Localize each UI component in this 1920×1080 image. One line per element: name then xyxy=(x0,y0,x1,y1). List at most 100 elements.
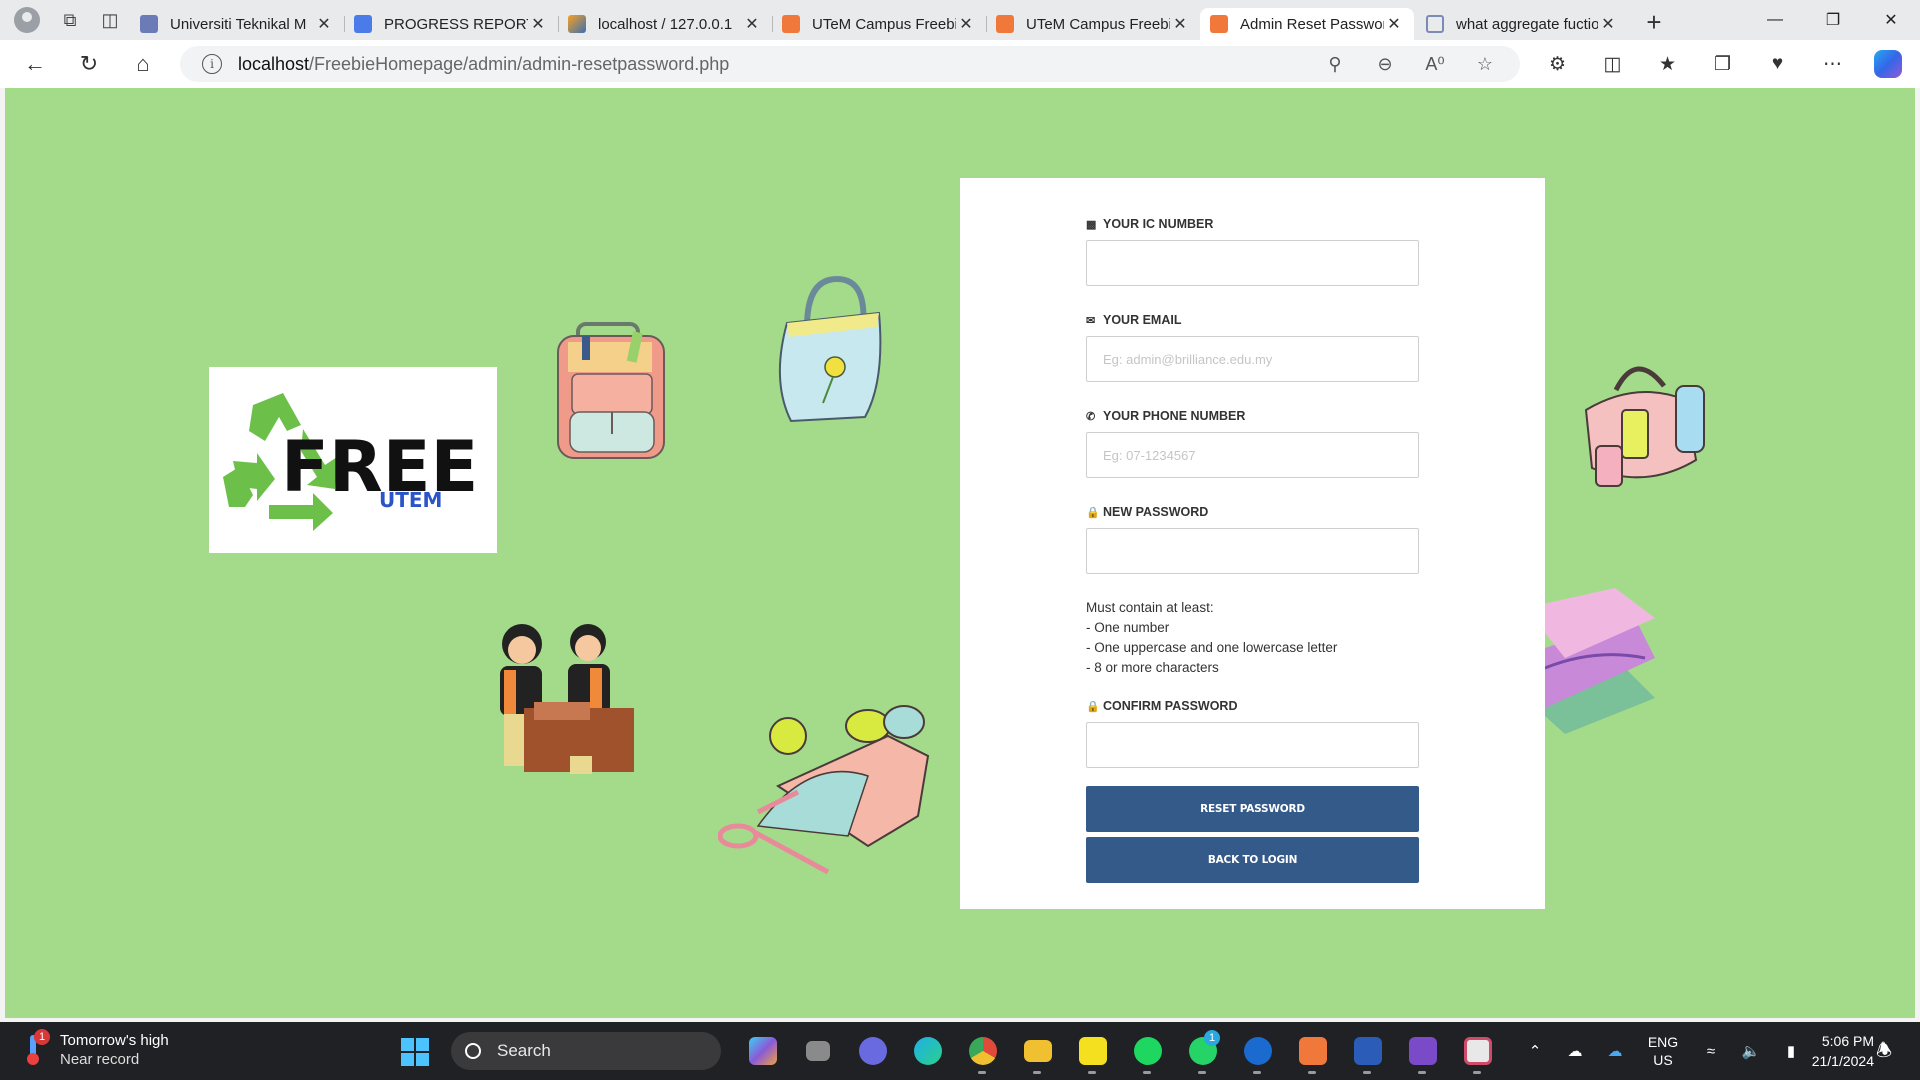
browser-tab[interactable]: localhost / 127.0.0.1 ✕ xyxy=(558,8,772,40)
tab-title: Admin Reset Password xyxy=(1240,15,1384,33)
phpmyadmin-icon xyxy=(568,15,586,33)
zoom-icon[interactable]: ⊖ xyxy=(1360,54,1410,75)
browser-toolbar: ← ↻ ⌂ i localhost/FreebieHomepage/admin/… xyxy=(0,40,1920,88)
reset-password-form: ▩ YOUR IC NUMBER ✉ YOUR EMAIL ✆ YOUR PHO… xyxy=(1086,216,1419,883)
search-icon xyxy=(1426,15,1444,33)
start-button[interactable] xyxy=(401,1038,429,1066)
refresh-button[interactable]: ↻ xyxy=(62,40,116,88)
browser-tab[interactable]: PROGRESS REPORT ✕ xyxy=(344,8,558,40)
workspaces-icon[interactable]: ⧉ xyxy=(50,0,90,40)
kids-donation-illustration xyxy=(500,624,634,774)
weather-widget[interactable]: 1 Tomorrow's high Near record xyxy=(26,1029,169,1068)
weather-badge: 1 xyxy=(34,1029,50,1045)
home-button[interactable]: ⌂ xyxy=(116,40,170,88)
email-input[interactable] xyxy=(1086,336,1419,382)
browser-tab[interactable]: Universiti Teknikal M ✕ xyxy=(130,8,344,40)
favorites-icon[interactable]: ★ xyxy=(1640,53,1695,76)
more-menu-icon[interactable]: ⋯ xyxy=(1805,53,1860,76)
phone-input[interactable] xyxy=(1086,432,1419,478)
split-screen-icon[interactable]: ◫ xyxy=(1585,53,1640,76)
spotify-app-icon[interactable] xyxy=(1120,1030,1175,1074)
password-requirements: Must contain at least: - One number - On… xyxy=(1086,598,1419,678)
new-password-input[interactable] xyxy=(1086,528,1419,574)
whatsapp-badge: 1 xyxy=(1204,1030,1220,1046)
browser-tab[interactable]: UTeM Campus Freebie ✕ xyxy=(986,8,1200,40)
close-icon[interactable]: ✕ xyxy=(742,14,762,34)
close-window-button[interactable]: ✕ xyxy=(1862,0,1920,40)
volume-icon[interactable]: 🔈 xyxy=(1731,1042,1771,1060)
read-aloud-icon[interactable]: A⁰ xyxy=(1410,54,1460,75)
backpack-illustration xyxy=(557,322,665,459)
chrome-app-icon[interactable] xyxy=(955,1030,1010,1074)
search-icon xyxy=(465,1043,481,1059)
close-icon[interactable]: ✕ xyxy=(1598,14,1618,34)
thermometer-icon: 1 xyxy=(26,1029,50,1067)
close-icon[interactable]: ✕ xyxy=(314,14,334,34)
browser-essentials-icon[interactable]: ♥ xyxy=(1750,53,1805,75)
favorite-star-icon[interactable]: ☆ xyxy=(1460,54,1510,75)
logo-subtext: UTEM xyxy=(379,488,442,512)
collections-icon[interactable]: ❐ xyxy=(1695,53,1750,76)
clock[interactable]: 5:06 PM 21/1/2024 xyxy=(1788,1031,1874,1071)
browser-tab[interactable]: UTeM Campus Freebie ✕ xyxy=(772,8,986,40)
onedrive-icon[interactable]: ☁ xyxy=(1595,1042,1635,1060)
lock-icon: 🔒 xyxy=(1086,700,1100,713)
cosmetic-bag-illustration xyxy=(1584,366,1705,487)
chevron-up-icon[interactable]: ⌃ xyxy=(1515,1042,1555,1060)
university-icon xyxy=(140,15,158,33)
profile-icon[interactable] xyxy=(14,7,40,33)
copilot-icon[interactable] xyxy=(1874,50,1902,78)
taskbar-search[interactable]: Search xyxy=(451,1032,721,1070)
new-tab-button[interactable]: + xyxy=(1634,7,1674,38)
minimize-button[interactable]: — xyxy=(1746,0,1804,40)
word-app-icon[interactable] xyxy=(1340,1030,1395,1074)
site-info-icon[interactable]: i xyxy=(202,54,222,74)
browser-tab[interactable]: what aggregate fuction ✕ xyxy=(1414,8,1628,40)
file-explorer-icon[interactable] xyxy=(1010,1030,1065,1074)
wifi-icon[interactable]: ≈ xyxy=(1691,1043,1731,1060)
address-bar[interactable]: i localhost/FreebieHomepage/admin/admin-… xyxy=(180,46,1520,82)
ic-number-label-text: YOUR IC NUMBER xyxy=(1103,217,1214,231)
sticky-notes-icon[interactable] xyxy=(1065,1030,1120,1074)
browser-tab-strip: ⧉ ◫ Universiti Teknikal M ✕ PROGRESS REP… xyxy=(0,0,1920,40)
close-icon[interactable]: ✕ xyxy=(1170,14,1190,34)
close-icon[interactable]: ✕ xyxy=(528,14,548,34)
browser-tab-active[interactable]: Admin Reset Password ✕ xyxy=(1200,8,1414,40)
tote-bag-illustration xyxy=(778,275,882,423)
restore-button[interactable]: ❐ xyxy=(1804,0,1862,40)
key-icon[interactable]: ⚲ xyxy=(1310,54,1360,75)
notification-bell-icon[interactable]: 🕭 xyxy=(1876,1038,1892,1068)
whatsapp-app-icon[interactable]: 1 xyxy=(1175,1030,1230,1074)
requirement-line: - One uppercase and one lowercase letter xyxy=(1086,640,1338,655)
close-icon[interactable]: ✕ xyxy=(1384,14,1404,34)
tab-title: Universiti Teknikal M xyxy=(170,15,307,33)
clock-time: 5:06 PM xyxy=(1821,1033,1874,1049)
snipping-tool-icon[interactable] xyxy=(1450,1030,1505,1074)
cloud-icon[interactable]: ☁ xyxy=(1555,1042,1595,1060)
tab-title: PROGRESS REPORT xyxy=(384,15,528,33)
ic-number-input[interactable] xyxy=(1086,240,1419,286)
url-path: /FreebieHomepage/admin/admin-resetpasswo… xyxy=(309,53,730,74)
language-indicator[interactable]: ENG US xyxy=(1635,1033,1691,1069)
page-content: FREE UTEM ▩ YOUR IC NUMBER ✉ YOUR EMAIL … xyxy=(5,88,1915,1018)
vpn-app-icon[interactable] xyxy=(1230,1030,1285,1074)
back-to-login-button[interactable]: BACK TO LOGIN xyxy=(1086,837,1419,883)
back-button[interactable]: ← xyxy=(8,40,62,88)
task-view-icon[interactable] xyxy=(790,1030,845,1072)
lock-icon: 🔒 xyxy=(1086,506,1100,519)
language-line1: ENG xyxy=(1647,1034,1679,1050)
close-icon[interactable]: ✕ xyxy=(956,14,976,34)
clock-date: 21/1/2024 xyxy=(1811,1053,1874,1069)
confirm-password-input[interactable] xyxy=(1086,722,1419,768)
reset-password-button[interactable]: RESET PASSWORD xyxy=(1086,786,1419,832)
extensions-icon[interactable]: ⚙ xyxy=(1530,53,1585,76)
xampp-app-icon[interactable] xyxy=(1285,1030,1340,1074)
edge-app-icon[interactable] xyxy=(900,1030,955,1072)
new-password-label-text: NEW PASSWORD xyxy=(1103,505,1209,519)
phone-label-text: YOUR PHONE NUMBER xyxy=(1103,409,1246,423)
visual-studio-icon[interactable] xyxy=(1395,1030,1450,1074)
tab-actions-icon[interactable]: ◫ xyxy=(90,0,130,40)
copilot-app-icon[interactable] xyxy=(735,1030,790,1072)
teams-chat-icon[interactable] xyxy=(845,1030,900,1072)
new-password-label: 🔒 NEW PASSWORD xyxy=(1086,504,1419,520)
